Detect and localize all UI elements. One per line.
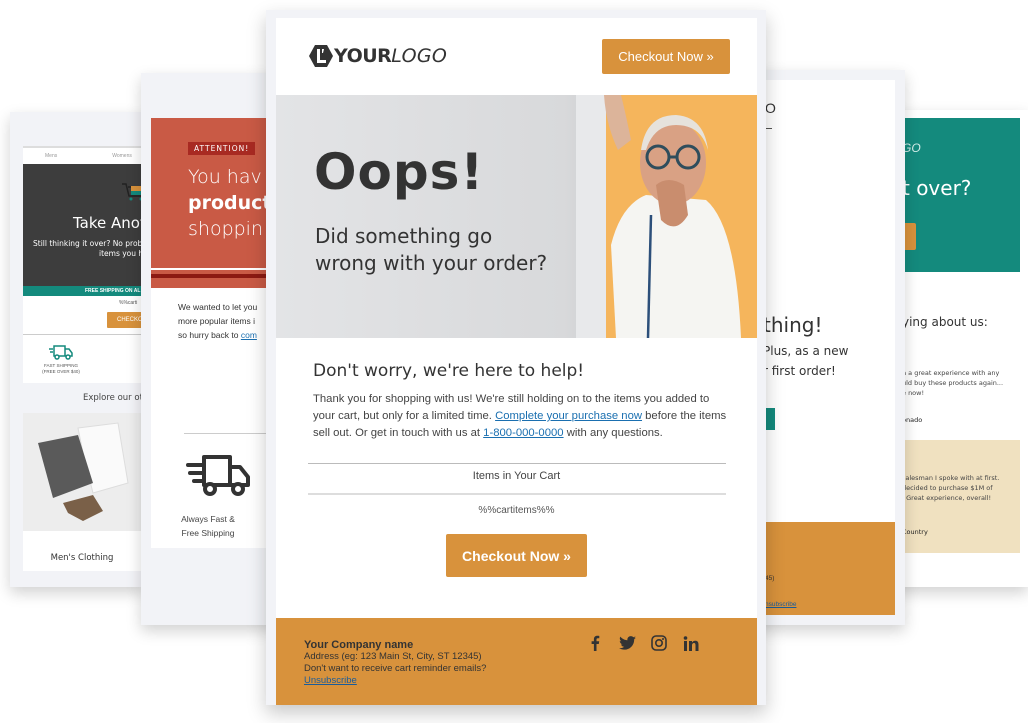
category-mens-clothing[interactable]: Men's Clothing	[23, 531, 141, 571]
facebook-icon[interactable]	[586, 634, 604, 652]
email-footer: Your Company name Address (eg: 123 Main …	[276, 618, 757, 705]
divider	[308, 493, 726, 495]
unsubscribe-link[interactable]: Unsubscribe	[304, 675, 357, 686]
divider	[184, 433, 279, 434]
preview-hero-title: Take Anot	[73, 214, 145, 232]
heading-line-2: product	[188, 192, 272, 214]
divider	[151, 268, 279, 270]
preview-paragraph-1: Plus, as a new	[763, 344, 849, 358]
review-quote: salesman I spoke with at first. decided …	[902, 474, 1000, 502]
preview-hero-red: ATTENTION! You hav product shoppin	[151, 118, 279, 288]
preview-paragraph: We wanted to let you more popular items …	[178, 302, 258, 340]
preview-logo: O	[765, 100, 776, 116]
brand-logo: YOUR LOGO	[309, 44, 447, 68]
truck-icon	[49, 345, 73, 360]
help-heading: Don't worry, we're here to help!	[313, 361, 585, 381]
preview-heading: thing!	[763, 313, 823, 337]
nav-item-mens: Mens	[45, 153, 58, 159]
preview-nav: Mens Womens	[23, 146, 145, 164]
preview-footer: 45) nsubscribe	[750, 522, 895, 615]
clothing-image	[23, 413, 141, 531]
attention-badge: ATTENTION!	[188, 142, 256, 155]
checkout-now-button[interactable]: Checkout Now »	[446, 534, 587, 577]
preview-hero-sub: Still thinking it over? No probl	[33, 239, 145, 248]
social-links	[586, 634, 700, 652]
company-name: Your Company name	[304, 639, 414, 651]
header-checkout-button[interactable]: Checkout Now »	[602, 39, 730, 74]
twitter-icon[interactable]	[618, 634, 636, 652]
review-quote: n a great experience with any uld buy th…	[902, 369, 1004, 397]
logo-hexagon-icon	[309, 45, 333, 67]
divider	[308, 463, 726, 464]
email-body: YOUR LOGO Checkout Now » Oops! Did someth…	[276, 18, 757, 705]
hero-banner: Oops! Did something go wrong with your o…	[276, 95, 757, 338]
divider	[151, 274, 279, 278]
hero-headline: Oops!	[314, 143, 485, 201]
nav-item-womens: Womens	[112, 153, 132, 159]
cart-token: %%carti	[119, 300, 138, 306]
body-paragraph: Thank you for shopping with us! We're st…	[313, 393, 727, 439]
heading-line-3: shoppin	[188, 218, 264, 240]
review-author: onado	[902, 416, 923, 424]
feature-free-shipping: Always Fast & Free Shipping	[181, 514, 235, 538]
cart-items-token: %%cartitems%%	[478, 505, 555, 516]
preview-hero: Take Anot Still thinking it over? No pro…	[23, 164, 145, 286]
optout-text: Don't want to receive cart reminder emai…	[304, 663, 487, 674]
preview-paragraph-2: r first order!	[763, 364, 836, 378]
explore-heading: Explore our ot	[23, 383, 145, 413]
complete-purchase-link[interactable]: Complete your purchase now	[495, 410, 642, 422]
preview-hero-sub-2: items you had	[99, 249, 145, 258]
free-shipping-bar: FREE SHIPPING ON AL	[23, 286, 145, 296]
email-preview-oops: YOUR LOGO Checkout Now » Oops! Did someth…	[266, 10, 766, 705]
heading-line-1: You hav	[188, 166, 262, 188]
company-address: Address (eg: 123 Main St, City, ST 12345…	[304, 651, 482, 662]
feature-fast-shipping: FAST SHIPPING (FREE OVER $40)	[37, 343, 85, 375]
review-author: Country	[902, 528, 928, 536]
cart-heading: Items in Your Cart	[472, 470, 561, 482]
truck-icon	[186, 455, 250, 496]
preview-link[interactable]: com	[241, 330, 257, 340]
preview-heading: t over?	[902, 176, 972, 200]
email-preview-attention[interactable]: ATTENTION! You hav product shoppin We wa…	[141, 73, 279, 625]
surprised-man-image	[576, 95, 741, 338]
unsubscribe-link[interactable]: nsubscribe	[765, 601, 796, 608]
clothing-photo[interactable]	[23, 413, 141, 531]
preview-checkout-button[interactable]: CHECKO	[107, 312, 145, 328]
email-header: YOUR LOGO Checkout Now »	[276, 18, 757, 95]
footer-address: 45)	[765, 575, 775, 582]
reviews-heading: ying about us:	[902, 315, 988, 329]
hero-subline: Did something go wrong with your order?	[315, 224, 548, 275]
instagram-icon[interactable]	[650, 634, 668, 652]
preview-logo: YOUR	[23, 122, 145, 146]
phone-link[interactable]: 1-800-000-0000	[483, 427, 563, 439]
email-preview-welcome[interactable]: O thing! Plus, as a new r first order! 4…	[750, 70, 905, 625]
email-preview-take-another-look[interactable]: YOUR Mens Womens Take Anot Still thinkin…	[10, 112, 145, 587]
linkedin-icon[interactable]	[682, 634, 700, 652]
